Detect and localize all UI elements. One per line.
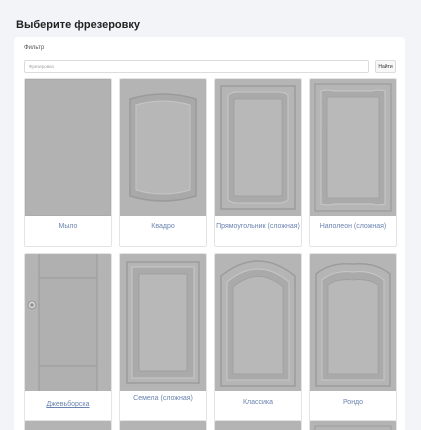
card-partial[interactable] <box>24 420 112 430</box>
card-kvadro[interactable]: Квадро <box>119 78 207 247</box>
card-klassika[interactable]: Классика <box>214 253 302 422</box>
page-title: Выберите фрезеровку <box>16 19 141 31</box>
facade-image-shaker <box>25 254 111 391</box>
card-rondo[interactable]: Рондо <box>309 253 397 422</box>
facade-image-plain <box>25 79 111 216</box>
card-partial[interactable] <box>119 420 207 430</box>
facade-image-klassika <box>215 254 301 391</box>
facade-image-rondo <box>310 254 396 391</box>
card-pryamougolnik[interactable]: Прямоугольник (сложная) <box>214 78 302 247</box>
facade-image-partial <box>120 421 206 430</box>
card-label: Семела (сложная) <box>133 395 193 402</box>
facade-image-semela <box>120 254 206 391</box>
card-partial[interactable] <box>214 420 302 430</box>
card-mylo[interactable]: Мыло <box>24 78 112 247</box>
facade-image-napoleon <box>310 79 396 216</box>
card-label: Мыло <box>58 223 78 230</box>
facade-image-partial <box>25 421 111 430</box>
card-semela[interactable]: Семела (сложная) <box>119 253 207 422</box>
card-label: Наполеон (сложная) <box>319 223 387 230</box>
search-input[interactable] <box>24 60 369 73</box>
card-dzhevborska[interactable]: Джевьборска <box>24 253 112 422</box>
facade-image-kvadro <box>120 79 206 216</box>
find-button[interactable]: Найти <box>375 60 396 73</box>
milling-panel: Фильтр Найти Мыло Квадро Прямоугольник (… <box>14 37 405 430</box>
facade-image-partial <box>310 421 396 430</box>
card-label: Джевьборска <box>46 401 90 408</box>
card-napoleon[interactable]: Наполеон (сложная) <box>309 78 397 247</box>
card-partial[interactable] <box>309 420 397 430</box>
card-label: Рондо <box>342 399 364 406</box>
filter-label: Фильтр <box>24 45 45 51</box>
card-label: Квадро <box>151 223 175 230</box>
card-label: Классика <box>242 399 274 406</box>
card-label: Прямоугольник (сложная) <box>216 223 300 230</box>
facade-image-rectangle <box>215 79 301 216</box>
facade-image-partial <box>215 421 301 430</box>
